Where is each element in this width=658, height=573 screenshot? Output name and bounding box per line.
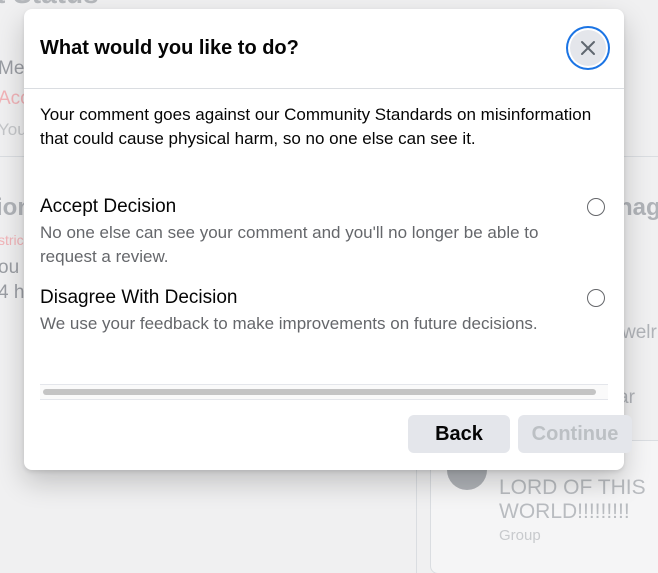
header-divider (24, 88, 624, 89)
dialog-message: Your comment goes against our Community … (40, 105, 592, 148)
background-right-heading: nag (618, 194, 658, 221)
disagree-decision-radio[interactable] (587, 289, 605, 307)
option-description: No one else can see your comment and you… (40, 223, 539, 266)
horizontal-scrollbar[interactable] (40, 384, 608, 400)
option-description: We use your feedback to make improvement… (40, 314, 538, 333)
decision-dialog: What would you like to do? Your comment … (24, 9, 632, 470)
background-text: stric (0, 232, 24, 248)
option-label: Disagree With Decision (40, 287, 238, 308)
option-label: Accept Decision (40, 196, 177, 217)
option-accept-decision[interactable]: Accept Decision No one else can see your… (40, 195, 608, 271)
close-button[interactable] (570, 30, 606, 66)
back-button[interactable]: Back (408, 415, 510, 453)
accept-decision-radio[interactable] (587, 198, 605, 216)
scrollbar-thumb[interactable] (43, 389, 596, 395)
background-text: welr (622, 322, 657, 343)
background-text: Me (0, 58, 25, 79)
close-icon (581, 41, 595, 55)
background-text: You (0, 120, 27, 139)
continue-button[interactable]: Continue (518, 415, 632, 453)
background-post-meta: Group (499, 527, 541, 544)
option-disagree-with-decision[interactable]: Disagree With Decision We use your feedb… (40, 286, 608, 362)
dialog-title: What would you like to do? (40, 37, 299, 59)
